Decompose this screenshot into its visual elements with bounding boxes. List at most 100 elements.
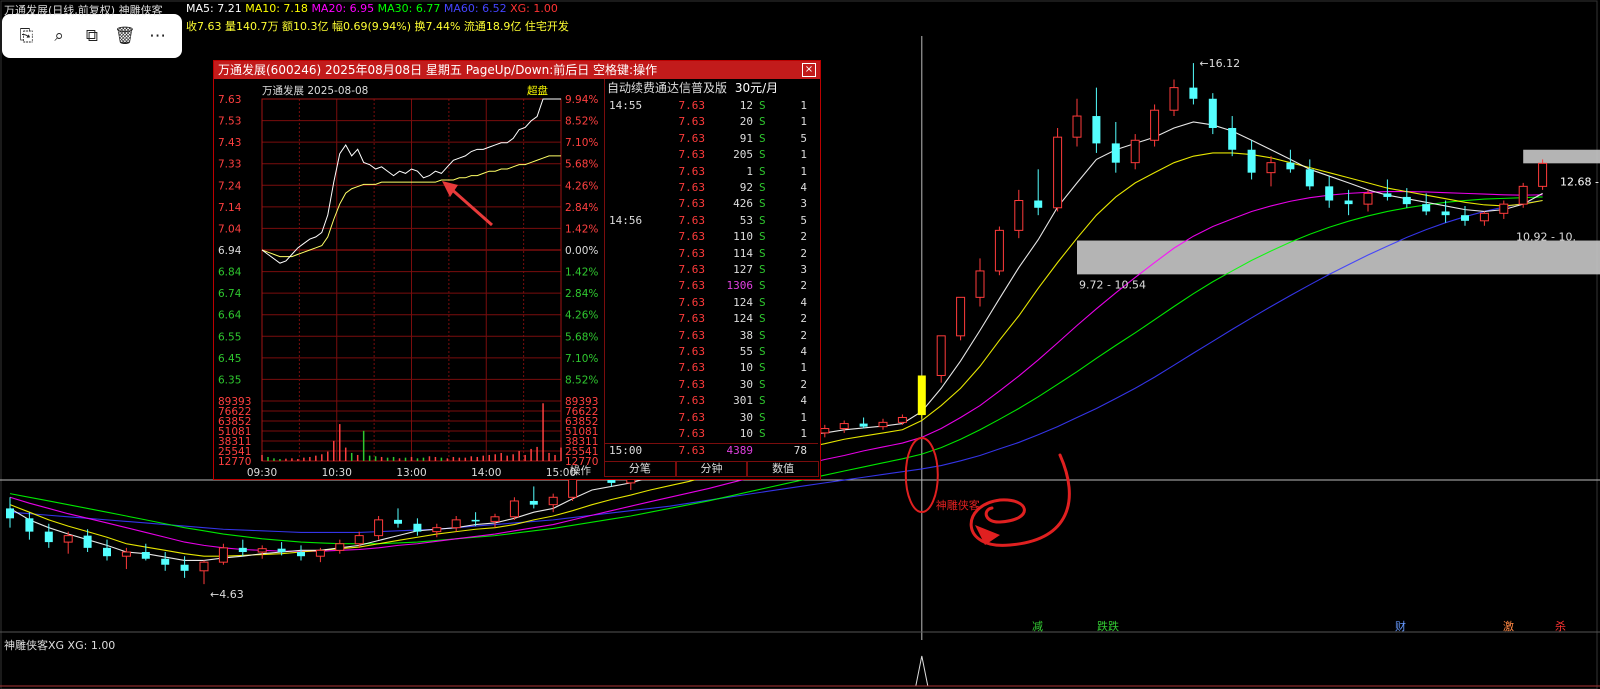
pct-tick: 5.68%: [565, 331, 598, 343]
image-search-icon[interactable]: ⌕: [46, 23, 72, 49]
trade-volume: 110: [733, 230, 753, 244]
candle-body: [1247, 149, 1256, 173]
candle-body: [451, 519, 461, 529]
trade-count: 3: [800, 197, 807, 211]
trade-side: S: [759, 99, 766, 112]
trade-row: 7.63 110 S 2: [605, 230, 818, 246]
price-tick: 6.45: [218, 353, 241, 365]
trade-price: 7.63: [678, 295, 706, 309]
trade-side: S: [759, 312, 766, 326]
trade-price: 7.63: [678, 377, 706, 391]
trade-price: 7.63: [678, 246, 706, 260]
trade-volume: 124: [733, 295, 753, 309]
trade-price: 7.63: [678, 197, 706, 211]
zone-low-label: 10.92 - 10.: [1516, 231, 1576, 244]
ma10-label: MA10: 7.18: [245, 2, 308, 15]
trade-side: S: [759, 131, 766, 145]
stock-terminal: ←16.12 ←4.63 12.68 - 9.72 - 10.54 10.92 - 10…: [0, 0, 1600, 689]
op-label[interactable]: 操作: [570, 463, 591, 478]
trade-side: S: [759, 394, 766, 408]
trade-count: 1: [800, 148, 807, 162]
popup-title: 万通发展(600246) 2025年08月08日 星期五 PageUp/Down…: [214, 61, 820, 79]
trade-price: 7.63: [678, 230, 706, 244]
candle-body: [257, 548, 267, 553]
crop-icon[interactable]: ⧉: [79, 23, 105, 49]
candle-body: [277, 548, 286, 553]
pct-tick: 5.68%: [565, 159, 598, 171]
candle-body: [161, 558, 170, 565]
trade-price: 7.63: [678, 131, 706, 145]
candle-body: [44, 531, 53, 543]
price-tick: 7.14: [218, 202, 242, 214]
trade-count: 4: [800, 394, 807, 408]
trade-volume: 1306: [726, 279, 754, 293]
chart-mode[interactable]: 超盘: [527, 83, 548, 98]
event-tag: 激: [1503, 619, 1514, 633]
trade-count: 4: [800, 345, 807, 358]
price-tick: 7.04: [218, 223, 242, 235]
candle-body: [1092, 116, 1101, 144]
trade-count: 1: [800, 410, 807, 424]
price-tick: 6.74: [218, 288, 242, 300]
time-tick: 13:00: [396, 467, 426, 479]
candle-body: [1150, 109, 1160, 141]
candle-body: [490, 516, 500, 522]
trade-row: 7.63 127 S 3: [605, 263, 818, 279]
price-tick: 7.24: [218, 180, 242, 192]
trade-volume: 12: [739, 99, 753, 112]
trade-volume: 92: [739, 181, 753, 194]
candle-body: [839, 423, 849, 430]
candle-body: [1441, 211, 1450, 216]
tab-minutes[interactable]: 分钟: [675, 461, 748, 477]
intraday-popup[interactable]: 万通发展(600246) 2025年08月08日 星期五 PageUp/Down…: [213, 60, 821, 480]
trade-volume: 20: [739, 115, 753, 129]
trade-price: 7.63: [678, 279, 706, 293]
trade-row: 7.63 20 S 1: [605, 115, 818, 131]
close-icon[interactable]: ×: [802, 63, 816, 77]
signal-label: 神雕侠客: [936, 498, 980, 512]
candle-body: [1383, 193, 1392, 197]
candle-body: [975, 270, 985, 298]
trade-price: 7.63: [678, 99, 706, 112]
candle-body: [1325, 186, 1334, 201]
candle-body: [1461, 215, 1469, 221]
trade-side: S: [759, 263, 766, 276]
candle-body: [994, 229, 1004, 272]
more-icon[interactable]: ⋯: [145, 23, 171, 49]
time-tick: 09:30: [247, 467, 277, 479]
trade-count: 2: [800, 328, 807, 342]
intraday-chart: 7.63 9.94% 7.53 8.52% 7.43 7.10% 7.33 5.68% 7.24…: [218, 94, 598, 479]
trade-count: 5: [800, 213, 807, 227]
ma20-label: MA20: 6.95: [311, 2, 375, 15]
trade-price: 7.63: [678, 164, 706, 178]
event-tag: 杀: [1555, 619, 1566, 633]
text-scan-icon[interactable]: ⎘: [13, 23, 39, 49]
trade-side: S: [759, 427, 766, 440]
trade-row: 15:00 7.63 4389 78: [605, 443, 818, 460]
candle-body: [1072, 115, 1082, 138]
candle-body: [1053, 136, 1063, 209]
price-tick: 7.53: [218, 116, 241, 128]
candle-body: [471, 519, 480, 522]
pct-tick: 4.26%: [565, 310, 598, 322]
ma5-label: MA5: 7.21: [186, 2, 242, 15]
price-tick: 6.35: [218, 374, 241, 386]
trade-volume: 127: [733, 263, 753, 276]
trade-side: S: [759, 377, 766, 391]
ma30-label: MA30: 6.77: [377, 2, 441, 15]
trade-price: 7.63: [678, 444, 706, 458]
trade-count: 3: [800, 263, 807, 276]
candle-body: [83, 535, 92, 548]
candle-body: [432, 527, 442, 533]
pct-tick: 7.10%: [565, 137, 598, 149]
trade-row: 7.63 1 S 1: [605, 165, 818, 181]
trade-volume: 55: [739, 345, 753, 358]
trade-row: 7.63 114 S 2: [605, 247, 818, 263]
trash-icon[interactable]: 🗑: [112, 23, 138, 49]
trade-price: 7.63: [678, 115, 706, 129]
tab-ticks[interactable]: 分笔: [604, 461, 676, 477]
pct-tick: 8.52%: [565, 374, 598, 386]
tab-values[interactable]: 数值: [747, 461, 820, 477]
trade-row: 7.63 1306 S 2: [605, 279, 818, 295]
candle-body: [25, 518, 34, 532]
